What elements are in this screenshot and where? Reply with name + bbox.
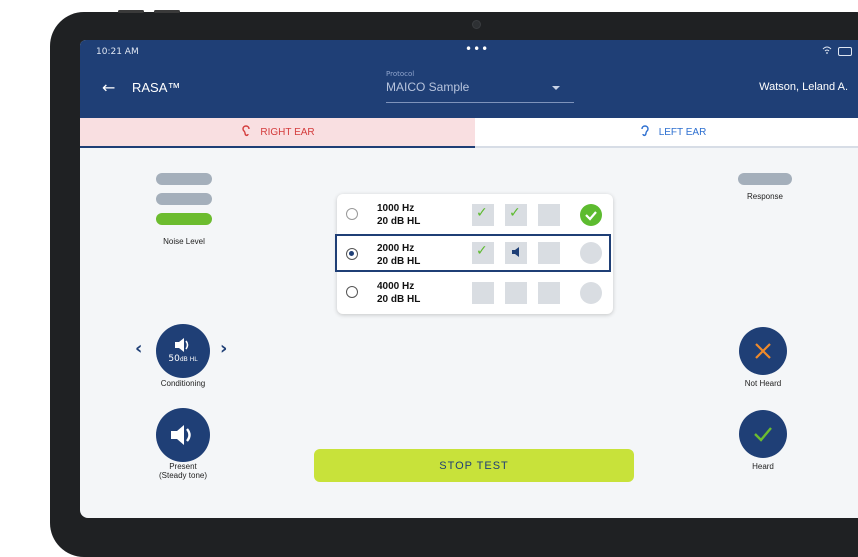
frequency-hz: 1000 Hz [377, 203, 415, 214]
noise-level-label: Noise Level [163, 237, 205, 246]
present-label-line1: Present [169, 462, 197, 471]
heard-button[interactable] [739, 410, 787, 458]
frequency-list: 1000 Hz 20 dB HL ✓ ✓ 2000 Hz 20 dB HL ✓ [335, 194, 613, 314]
noise-level-bar-active [156, 213, 212, 225]
trial-box: ✓ [472, 242, 494, 264]
trial-box [538, 242, 560, 264]
chevron-down-icon [552, 86, 560, 90]
trial-box [505, 242, 527, 264]
trial-box [472, 282, 494, 304]
app-title: RASA™ [132, 80, 181, 95]
conditioning-level-value: 50 [168, 354, 180, 364]
heard-label: Heard [752, 462, 774, 471]
speaker-icon [175, 338, 189, 352]
chevron-right-icon[interactable]: › [220, 338, 227, 359]
trial-box: ✓ [505, 204, 527, 226]
speaker-icon [512, 247, 519, 257]
frequency-db: 20 dB HL [377, 216, 421, 227]
trial-box [538, 282, 560, 304]
status-bar: 10:21 AM ••• [80, 40, 858, 62]
arrow-left-icon[interactable]: ← [102, 78, 115, 97]
result-pending-icon [580, 282, 602, 304]
response-label: Response [746, 192, 784, 201]
frequency-text: 1000 Hz 20 dB HL [377, 202, 420, 228]
result-complete-icon [580, 204, 602, 226]
tab-right-ear[interactable]: RIGHT EAR [80, 118, 475, 148]
check-icon [754, 427, 772, 442]
ear-tabs: RIGHT EAR LEFT EAR [80, 118, 858, 148]
multitask-dots[interactable]: ••• [465, 42, 489, 56]
frequency-row-1000[interactable]: 1000 Hz 20 dB HL ✓ ✓ [337, 196, 613, 234]
tab-left-ear[interactable]: LEFT EAR [475, 118, 858, 148]
conditioning-level: 50dB HL [168, 354, 197, 365]
frequency-hz: 2000 Hz [377, 243, 415, 254]
frequency-db: 20 dB HL [377, 294, 421, 305]
speaker-icon [171, 425, 191, 445]
present-label: Present (Steady tone) [143, 462, 223, 480]
patient-name[interactable]: Watson, Leland A. [759, 81, 848, 93]
frequency-db: 20 dB HL [377, 256, 421, 267]
conditioning-button[interactable]: 50dB HL [156, 324, 210, 378]
radio-button[interactable] [346, 286, 358, 298]
conditioning-level-unit: dB HL [179, 356, 198, 363]
tab-left-ear-label: LEFT EAR [658, 126, 707, 138]
frequency-hz: 4000 Hz [377, 281, 415, 292]
status-icons [822, 46, 852, 57]
response-indicator [738, 173, 792, 185]
present-label-line2: (Steady tone) [158, 471, 208, 480]
protocol-value: MAICO Sample [386, 80, 470, 94]
check-icon: ✓ [476, 243, 488, 259]
left-ear-icon [639, 124, 651, 141]
frequency-row-2000[interactable]: 2000 Hz 20 dB HL ✓ [335, 234, 611, 272]
conditioning-label: Conditioning [160, 379, 206, 388]
close-icon [755, 343, 771, 359]
stop-test-button[interactable]: STOP TEST [314, 449, 634, 482]
result-pending-icon [580, 242, 602, 264]
chevron-left-icon[interactable]: ‹ [135, 338, 142, 359]
radio-button[interactable] [346, 208, 358, 220]
check-icon: ✓ [476, 205, 488, 221]
trial-box [538, 204, 560, 226]
present-button[interactable] [156, 408, 210, 462]
noise-level-bar [156, 193, 212, 205]
wifi-icon [822, 46, 835, 57]
frequency-text: 2000 Hz 20 dB HL [377, 242, 420, 268]
tab-right-ear-label: RIGHT EAR [260, 126, 315, 138]
not-heard-button[interactable] [739, 327, 787, 375]
radio-button[interactable] [346, 248, 358, 260]
volume-button [118, 10, 144, 13]
battery-icon [838, 47, 852, 56]
protocol-label: Protocol [386, 70, 415, 78]
protocol-dropdown[interactable]: Protocol MAICO Sample [386, 70, 574, 103]
trial-box [505, 282, 527, 304]
frequency-row-4000[interactable]: 4000 Hz 20 dB HL [337, 274, 613, 312]
right-ear-icon [240, 124, 252, 141]
not-heard-label: Not Heard [744, 379, 782, 388]
camera [472, 20, 481, 29]
app-bar: ← RASA™ Protocol MAICO Sample Watson, Le… [80, 62, 858, 118]
volume-button [154, 10, 180, 13]
trial-box: ✓ [472, 204, 494, 226]
frequency-text: 4000 Hz 20 dB HL [377, 280, 420, 306]
screen: 10:21 AM ••• ← RASA™ Protocol MAICO Samp… [80, 40, 858, 518]
status-time: 10:21 AM [96, 47, 139, 57]
noise-level-bar [156, 173, 212, 185]
check-icon: ✓ [509, 205, 521, 221]
